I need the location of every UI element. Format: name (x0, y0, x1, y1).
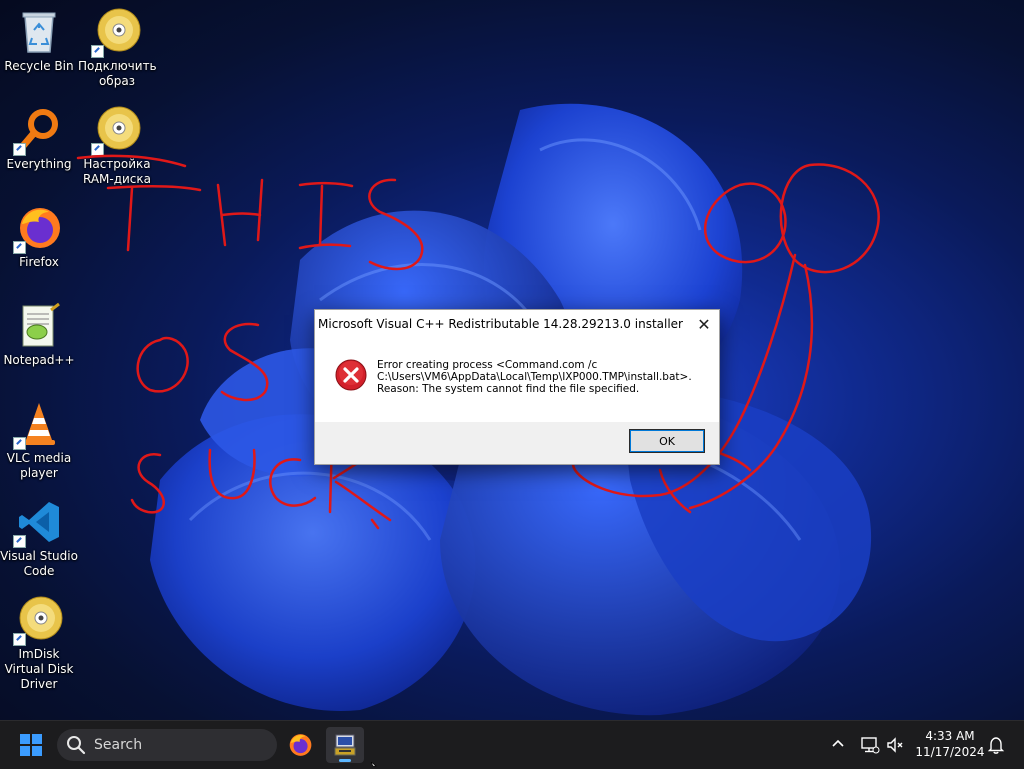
desktop-icon-label: Visual Studio Code (0, 549, 78, 578)
desktop-icon-firefox[interactable]: Firefox (0, 204, 78, 270)
active-app-indicator (339, 759, 351, 762)
vlc-cone-icon (13, 400, 63, 450)
error-message: Error creating process <Command.com /c C… (377, 359, 713, 395)
desktop-icon-vscode[interactable]: Visual Studio Code (0, 498, 78, 579)
recycle-bin-icon (15, 8, 63, 56)
desktop-icon-label: Recycle Bin (4, 59, 74, 73)
taskbar-clock[interactable]: 4:33 AM 11/17/2024 (912, 728, 988, 760)
error-x-icon (335, 359, 367, 391)
vscode-icon (13, 498, 63, 548)
windows-logo-icon (20, 746, 30, 756)
disc-image-icon (91, 8, 141, 58)
volume-muted-icon[interactable] (885, 735, 905, 755)
desktop-icon-label: VLC media player (6, 451, 72, 480)
notification-bell-icon[interactable] (987, 735, 1005, 755)
start-button[interactable] (20, 734, 42, 756)
windows-logo-icon (32, 734, 42, 744)
desktop-icon-notepad-plus-plus[interactable]: Notepad++ (0, 302, 78, 368)
disc-image-icon (13, 596, 63, 646)
desktop-icon-everything[interactable]: Everything (0, 106, 78, 172)
shortcut-arrow-icon (13, 143, 26, 156)
mouse-cursor-icon (371, 762, 377, 767)
desktop-icon-label: Настройка RAM-диска (82, 157, 152, 186)
windows-logo-icon (32, 746, 42, 756)
shortcut-arrow-icon (91, 45, 104, 58)
taskbar-installer[interactable] (326, 727, 364, 763)
taskbar: Search 4:33 AM 11/17/2024 (0, 720, 1024, 769)
taskbar-search-box[interactable]: Search (57, 729, 277, 761)
dialog-body: Error creating process <Command.com /c C… (315, 338, 719, 422)
ok-button[interactable]: OK (629, 429, 705, 453)
firefox-icon (289, 734, 312, 756)
shortcut-arrow-icon (13, 633, 26, 646)
chevron-up-icon[interactable] (829, 735, 847, 753)
clock-date: 11/17/2024 (915, 745, 985, 759)
notepad-plus-plus-icon (15, 302, 63, 350)
windows-logo-icon (20, 734, 30, 744)
close-button[interactable]: ✕ (689, 310, 719, 338)
search-icon (67, 736, 86, 755)
desktop-icon-label: Notepad++ (3, 353, 75, 367)
magnifier-search-icon (13, 106, 63, 156)
error-message-line: C:\Users\VM6\AppData\Local\Temp\IXP000.T… (377, 371, 692, 383)
clock-time: 4:33 AM (925, 729, 975, 743)
desktop-icon-recycle-bin[interactable]: Recycle Bin (0, 8, 78, 74)
installer-app-icon (334, 734, 356, 756)
desktop-icon-vlc[interactable]: VLC media player (0, 400, 78, 481)
error-dialog: Microsoft Visual C++ Redistributable 14.… (314, 309, 720, 465)
desktop-icon-label: Firefox (19, 255, 59, 269)
desktop-icon-label: Подключить образ (78, 59, 157, 88)
shortcut-arrow-icon (13, 241, 26, 254)
search-placeholder: Search (94, 737, 143, 753)
desktop-icon-label: Everything (6, 157, 72, 171)
error-message-line: Error creating process <Command.com /c (377, 359, 598, 371)
disc-image-icon (91, 106, 141, 156)
shortcut-arrow-icon (13, 437, 26, 450)
shortcut-arrow-icon (13, 535, 26, 548)
desktop-icon-mount-image[interactable]: Подключить образ (78, 8, 157, 89)
desktop-icon-label: ImDisk Virtual Disk Driver (4, 647, 74, 691)
network-icon[interactable] (860, 735, 880, 755)
taskbar-firefox[interactable] (281, 727, 319, 763)
error-message-line: Reason: The system cannot find the file … (377, 383, 640, 395)
dialog-title: Microsoft Visual C++ Redistributable 14.… (318, 317, 683, 331)
desktop-icon-imdisk[interactable]: ImDisk Virtual Disk Driver (0, 596, 78, 692)
desktop-icon-ram-disk-settings[interactable]: Настройка RAM-диска (78, 106, 156, 187)
firefox-icon (13, 204, 63, 254)
shortcut-arrow-icon (91, 143, 104, 156)
